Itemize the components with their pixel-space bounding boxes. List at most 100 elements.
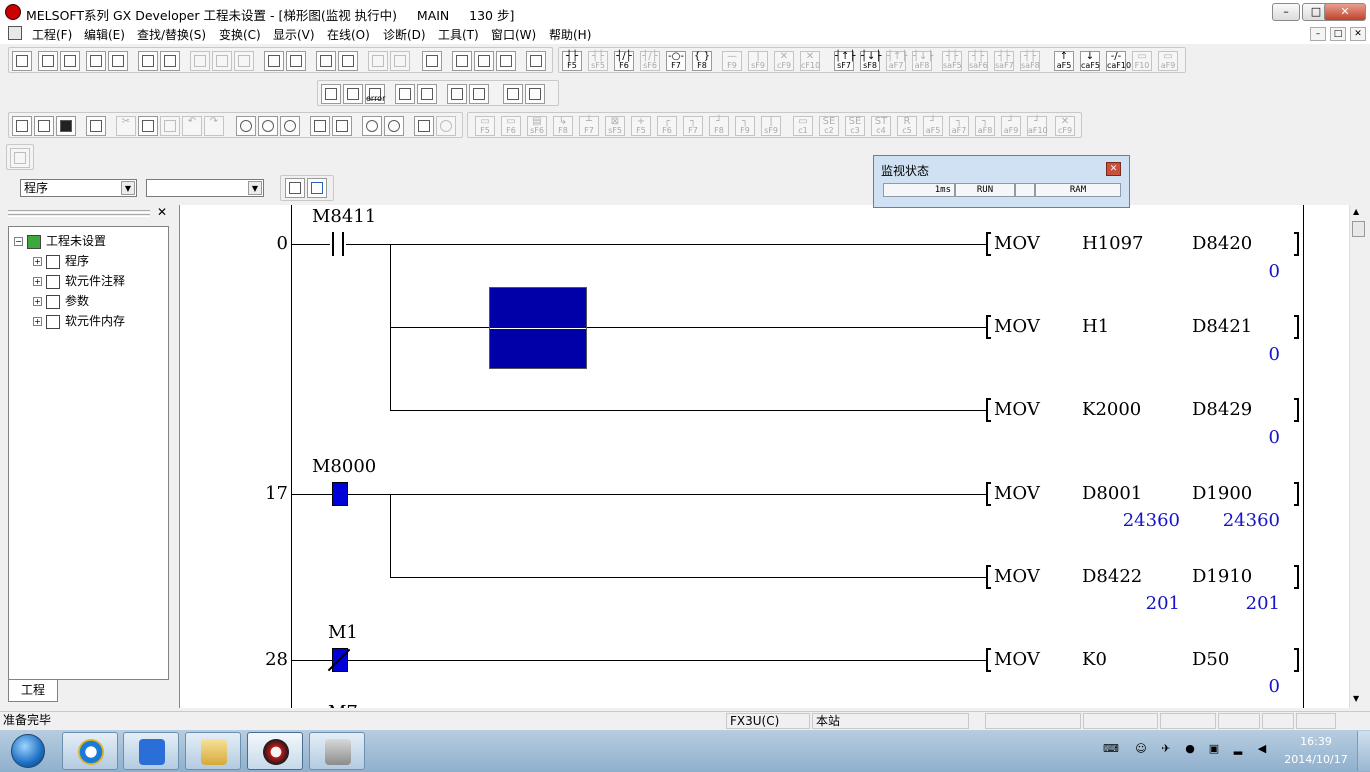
device-test-icon[interactable] <box>138 51 158 71</box>
instruction-dst[interactable]: D8420 <box>1192 234 1252 254</box>
sfc-tool-21[interactable]: ┘ aF9 <box>1001 116 1021 136</box>
taskbar-app-2[interactable] <box>123 732 179 770</box>
tab-project[interactable]: 工程 <box>8 680 58 702</box>
instruction-src[interactable]: K2000 <box>1082 400 1141 420</box>
find-device-icon[interactable] <box>236 116 256 136</box>
vertical-line-button[interactable]: | sF9 <box>748 51 768 71</box>
project-tree[interactable]: − 工程未设置 + 程序 + 软元件注释 + 参数 + 软元件内存 <box>8 226 169 680</box>
instruction-op[interactable]: MOV <box>994 567 1040 587</box>
redo-icon[interactable]: ↷ <box>204 116 224 136</box>
menu-view[interactable]: 显示(V) <box>273 26 315 43</box>
ladder-view-icon[interactable] <box>60 51 80 71</box>
close-icon[interactable]: ✕ <box>1106 162 1121 176</box>
find-instruction-icon[interactable] <box>258 116 278 136</box>
tree-item-device-memory[interactable]: + 软元件内存 <box>33 312 125 329</box>
tray-tool-icon[interactable]: ✈ <box>1158 741 1174 757</box>
tree-root[interactable]: − 工程未设置 <box>14 232 106 249</box>
clock-date[interactable]: 2014/10/17 <box>1280 753 1352 766</box>
contact-m8411[interactable] <box>330 232 346 256</box>
sfc-tool-15[interactable]: SE c3 <box>845 116 865 136</box>
volume-icon[interactable]: ◀ <box>1254 741 1270 757</box>
param-check-icon[interactable] <box>469 84 489 104</box>
menu-convert[interactable]: 变换(C) <box>219 26 261 43</box>
clock-time[interactable]: 16:39 <box>1286 735 1346 748</box>
block-select[interactable]: ▼ <box>146 179 264 197</box>
tree-view-icon[interactable] <box>307 178 327 198</box>
instruction-src[interactable]: H1 <box>1082 317 1109 337</box>
sfc-tool-8[interactable]: ┌ F6 <box>657 116 677 136</box>
ladder-edit-icon[interactable] <box>38 51 58 71</box>
instruction-op[interactable]: MOV <box>994 317 1040 337</box>
tray-app-icon[interactable]: ☺ <box>1133 741 1149 757</box>
sfc-tool-4[interactable]: ↳ F8 <box>553 116 573 136</box>
invert-result-button[interactable]: -/- caF10 <box>1106 51 1131 71</box>
sfc-tool-23[interactable]: ✕ cF9 <box>1055 116 1075 136</box>
open-folder-icon[interactable] <box>34 116 54 136</box>
menu-edit[interactable]: 编辑(E) <box>84 26 125 43</box>
panel-grip[interactable] <box>8 210 150 213</box>
panel-grip-2[interactable] <box>8 214 150 217</box>
new-file-icon[interactable] <box>12 116 32 136</box>
program-check-icon[interactable] <box>343 84 363 104</box>
parallel-rising-button[interactable]: ┤↑├ aF7 <box>886 51 907 71</box>
delete-line-button[interactable]: ▭ aF9 <box>1158 51 1178 71</box>
taskbar-ie[interactable] <box>62 732 118 770</box>
instruction-src[interactable]: D8422 <box>1082 567 1142 587</box>
sfc-step-icon[interactable] <box>338 51 358 71</box>
copy-icon[interactable] <box>138 116 158 136</box>
ladder-cursor[interactable] <box>489 287 587 369</box>
ladder-diagram[interactable]: 0 M8411 17 M8000 28 M1 M7 MOV H1097 D842… <box>179 205 1350 708</box>
instruction-src[interactable]: D8001 <box>1082 484 1142 504</box>
forced-output-icon[interactable] <box>160 51 180 71</box>
menu-diagnostics[interactable]: 诊断(D) <box>383 26 426 43</box>
cross-ref-icon[interactable] <box>417 84 437 104</box>
keyboard-icon[interactable]: ⌨ <box>1103 741 1119 757</box>
expand-icon[interactable]: + <box>33 317 42 326</box>
plc-diagnostics-icon[interactable] <box>414 116 434 136</box>
device-batch-icon[interactable] <box>264 51 284 71</box>
program-open-icon[interactable] <box>285 178 305 198</box>
menu-find-replace[interactable]: 查找/替换(S) <box>137 26 206 43</box>
menu-help[interactable]: 帮助(H) <box>549 26 591 43</box>
cut-icon[interactable]: ✂ <box>116 116 136 136</box>
monitor-write-icon[interactable] <box>108 51 128 71</box>
pulse-op-button-4[interactable]: ┤├ saF8 <box>1020 51 1040 71</box>
scroll-thumb[interactable] <box>1352 221 1365 237</box>
show-desktop-button[interactable] <box>1357 731 1370 771</box>
entry-monitor-icon[interactable] <box>286 51 306 71</box>
coil-button[interactable]: -○- F7 <box>666 51 686 71</box>
contact-m8000-on[interactable] <box>332 482 348 506</box>
expand-icon[interactable]: + <box>33 277 42 286</box>
instruction-src[interactable]: K0 <box>1082 650 1107 670</box>
minimize-button[interactable]: – <box>1272 3 1300 21</box>
taskbar-explorer[interactable] <box>185 732 241 770</box>
draw-line-button[interactable]: ▭ F10 <box>1132 51 1152 71</box>
menu-window[interactable]: 窗口(W) <box>491 26 536 43</box>
find-step-icon[interactable] <box>280 116 300 136</box>
device-list-icon[interactable] <box>395 84 415 104</box>
read-plc-2-icon[interactable] <box>332 116 352 136</box>
pulse-op-button-2[interactable]: ┤├ saF6 <box>968 51 988 71</box>
comment-icon[interactable] <box>190 51 210 71</box>
instruction-op[interactable]: MOV <box>994 484 1040 504</box>
instruction-op[interactable]: MOV <box>994 400 1040 420</box>
tree-item-device-comment[interactable]: + 软元件注释 <box>33 272 125 289</box>
menu-online[interactable]: 在线(O) <box>327 26 370 43</box>
read-plc-icon[interactable] <box>12 51 32 71</box>
transfer-setup-icon[interactable] <box>503 84 523 104</box>
instruction-op[interactable]: MOV <box>994 234 1040 254</box>
pulse-op-button-3[interactable]: ┤├ saF7 <box>994 51 1014 71</box>
program-list-icon[interactable] <box>321 84 341 104</box>
write-plc-icon[interactable] <box>310 116 330 136</box>
zoom-out-icon[interactable] <box>390 51 410 71</box>
error-jump-button[interactable]: error <box>365 84 385 104</box>
delete-row-icon[interactable] <box>474 51 494 71</box>
sfc-tool-19[interactable]: ┐ aF7 <box>949 116 969 136</box>
network-signal-icon[interactable]: ▂ <box>1230 741 1246 757</box>
instruction-dst[interactable]: D8421 <box>1192 317 1252 337</box>
undo-icon[interactable]: ↶ <box>182 116 202 136</box>
sfc-tool-6[interactable]: ⊠ sF5 <box>605 116 625 136</box>
sfc-tool-2[interactable]: ▭ F6 <box>501 116 521 136</box>
sfc-tool-7[interactable]: + F5 <box>631 116 651 136</box>
taskbar-app-5[interactable] <box>309 732 365 770</box>
